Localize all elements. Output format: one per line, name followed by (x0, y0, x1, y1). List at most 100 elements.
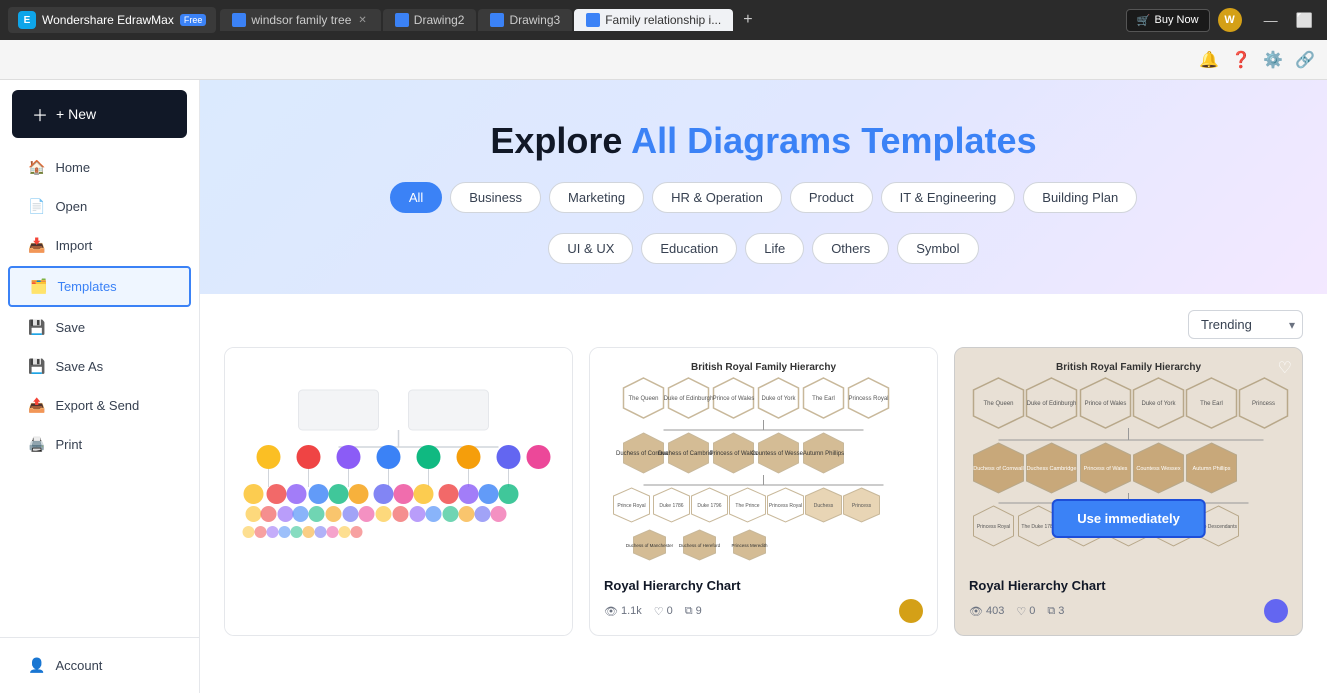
sidebar-label-export: Export & Send (55, 398, 139, 413)
header-icons: 🔔 ❓ ⚙️ 🔗 (1199, 50, 1315, 70)
filter-product[interactable]: Product (790, 182, 873, 213)
filter-ui[interactable]: UI & UX (548, 233, 633, 264)
sidebar-label-templates: Templates (57, 279, 116, 294)
window-controls: — ⬜ (1258, 10, 1319, 31)
favorite-button-card3[interactable]: ♡ (1278, 358, 1292, 378)
sidebar-label-save: Save (55, 320, 85, 335)
filter-all[interactable]: All (390, 182, 442, 213)
title-bar-right: 🛒 Buy Now W — ⬜ (1126, 8, 1319, 32)
buy-now-button[interactable]: 🛒 Buy Now (1126, 9, 1210, 32)
sidebar-item-templates[interactable]: 🗂️ Templates (8, 266, 191, 307)
sidebar-label-open: Open (55, 199, 87, 214)
svg-text:Princess Meredith: Princess Meredith (731, 543, 768, 548)
user-avatar[interactable]: W (1218, 8, 1242, 32)
share-icon[interactable]: 🔗 (1295, 50, 1315, 70)
card-2-info: Royal Hierarchy Chart 👁 1.1k ♡ 0 ⧉ 9 (590, 568, 937, 635)
plus-icon: ＋ (32, 102, 48, 126)
tab-drawing2[interactable]: Drawing2 (383, 9, 477, 31)
svg-text:Duchess of Cornwall: Duchess of Cornwall (973, 466, 1023, 472)
minimize-button[interactable]: — (1258, 10, 1284, 31)
help-icon[interactable]: ❓ (1231, 50, 1251, 70)
heart-icon-3: ♡ (1016, 605, 1026, 618)
home-icon: 🏠 (28, 159, 45, 176)
sidebar-item-open[interactable]: 📄 Open (8, 188, 191, 225)
sort-bar: Trending Newest Most Popular (200, 294, 1327, 347)
filter-education[interactable]: Education (641, 233, 737, 264)
svg-text:The Prince: The Prince (735, 503, 759, 509)
heart-icon: ♡ (654, 605, 664, 618)
card-2-likes: ♡ 0 (654, 605, 673, 618)
print-icon: 🖨️ (28, 436, 45, 453)
eye-icon: 👁 (604, 605, 618, 618)
svg-text:Princess Royal: Princess Royal (769, 503, 802, 509)
card-3-meta: 👁 403 ♡ 0 ⧉ 3 (969, 599, 1288, 623)
filter-building[interactable]: Building Plan (1023, 182, 1137, 213)
sort-select[interactable]: Trending Newest Most Popular (1188, 310, 1303, 339)
content-area: Explore All Diagrams Templates All Busin… (200, 80, 1327, 693)
filter-it[interactable]: IT & Engineering (881, 182, 1016, 213)
add-tab-button[interactable]: + (735, 11, 760, 29)
use-immediately-button[interactable]: Use immediately (1051, 499, 1206, 538)
svg-text:Duke 1796: Duke 1796 (697, 503, 721, 509)
svg-text:Princess Royal: Princess Royal (977, 524, 1010, 530)
sidebar-label-account: Account (55, 658, 102, 673)
filter-others[interactable]: Others (812, 233, 889, 264)
filter-symbol[interactable]: Symbol (897, 233, 978, 264)
card-3[interactable]: British Royal Family Hierarchy The Queen… (954, 347, 1303, 636)
card-1[interactable]: Royal Hierarchy Chart (224, 347, 573, 636)
tab-label-family: Family relationship i... (605, 13, 721, 27)
sidebar-item-export[interactable]: 📤 Export & Send (8, 387, 191, 424)
filter-life[interactable]: Life (745, 233, 804, 264)
open-icon: 📄 (28, 198, 45, 215)
settings-icon[interactable]: ⚙️ (1263, 50, 1283, 70)
filter-business[interactable]: Business (450, 182, 541, 213)
tab-close-windsor[interactable]: ✕ (356, 15, 368, 26)
buy-now-label: Buy Now (1155, 14, 1199, 26)
card-3-views: 👁 403 (969, 605, 1004, 618)
import-icon: 📥 (28, 237, 45, 254)
app-name: Wondershare EdrawMax (42, 13, 174, 27)
sidebar-item-import[interactable]: 📥 Import (8, 227, 191, 264)
card-3-title: Royal Hierarchy Chart (969, 578, 1288, 593)
card-2-avatar (899, 599, 923, 623)
svg-text:The Queen: The Queen (983, 401, 1013, 407)
tab-icon-drawing3 (490, 13, 504, 27)
card-3-thumbnail: British Royal Family Hierarchy The Queen… (955, 348, 1302, 568)
tab-label-drawing2: Drawing2 (414, 13, 465, 27)
new-button[interactable]: ＋ + New (12, 90, 187, 138)
svg-text:Princess: Princess (852, 503, 872, 509)
card-2-copies: ⧉ 9 (685, 605, 702, 618)
maximize-button[interactable]: ⬜ (1290, 10, 1319, 31)
sidebar-item-save[interactable]: 💾 Save (8, 309, 191, 346)
sidebar-item-account[interactable]: 👤 Account (8, 647, 191, 684)
free-badge: Free (180, 14, 207, 26)
sidebar-bottom: 👤 Account (0, 637, 199, 693)
filter-hr[interactable]: HR & Operation (652, 182, 782, 213)
card-2[interactable]: British Royal Family Hierarchy The Queen… (589, 347, 938, 636)
sidebar-item-home[interactable]: 🏠 Home (8, 149, 191, 186)
sidebar-item-save-as[interactable]: 💾 Save As (8, 348, 191, 385)
tab-label-windsor: windsor family tree (251, 13, 351, 27)
svg-text:Duke of Edinburgh: Duke of Edinburgh (1027, 401, 1077, 407)
sidebar-spacer (0, 464, 199, 637)
svg-text:Prince of Wales: Prince of Wales (713, 396, 755, 402)
svg-text:Countess Wessex: Countess Wessex (1136, 466, 1180, 472)
export-icon: 📤 (28, 397, 45, 414)
card-3-info: Royal Hierarchy Chart 👁 403 ♡ 0 ⧉ 3 (955, 568, 1302, 635)
sidebar-label-import: Import (55, 238, 92, 253)
tab-drawing3[interactable]: Drawing3 (478, 9, 572, 31)
eye-icon-3: 👁 (969, 605, 983, 618)
card-1-thumbnail (225, 348, 572, 635)
notification-icon[interactable]: 🔔 (1199, 50, 1219, 70)
copy-icon: ⧉ (685, 605, 693, 618)
new-label: + New (56, 106, 96, 122)
tab-windsor[interactable]: windsor family tree ✕ (220, 9, 380, 31)
sidebar-label-home: Home (55, 160, 90, 175)
filter-marketing[interactable]: Marketing (549, 182, 644, 213)
sidebar-item-print[interactable]: 🖨️ Print (8, 426, 191, 463)
cards-grid: Royal Hierarchy Chart British Royal Fami… (200, 347, 1327, 660)
svg-text:Duchess Cambridge: Duchess Cambridge (1027, 466, 1077, 472)
account-icon: 👤 (28, 657, 45, 674)
toolbar: 🔔 ❓ ⚙️ 🔗 (0, 40, 1327, 80)
tab-family[interactable]: Family relationship i... (574, 9, 733, 31)
